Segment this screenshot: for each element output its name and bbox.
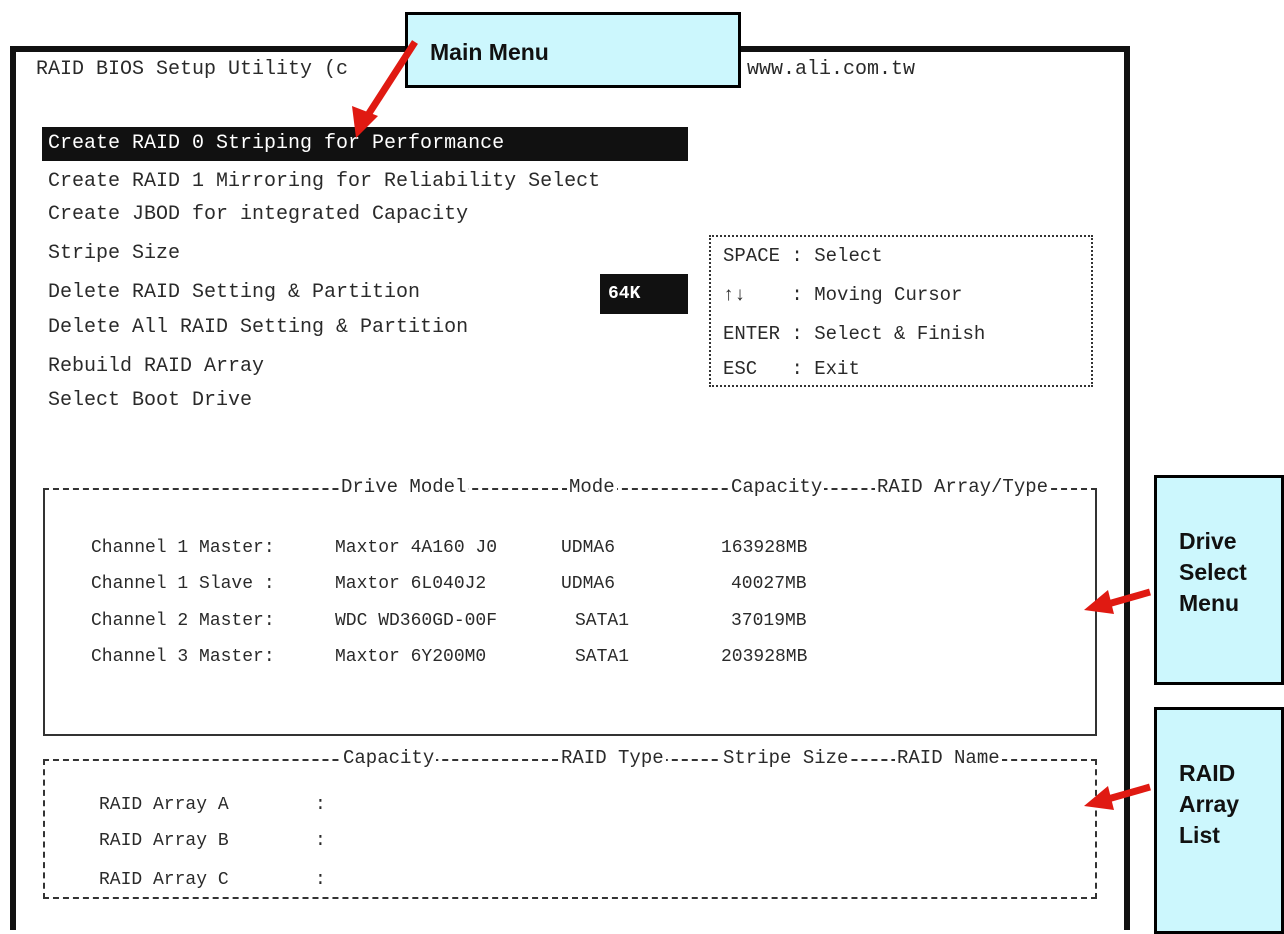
arrow-drive-select [1084, 588, 1151, 614]
annotation-arrows [352, 40, 1151, 810]
arrow-raid-list [1084, 783, 1151, 810]
arrow-main-menu [352, 40, 418, 138]
